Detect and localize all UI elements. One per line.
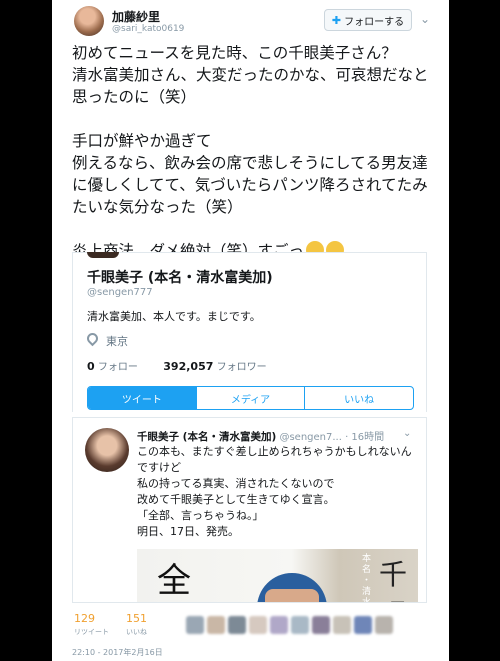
person-add-icon: ✚ <box>331 13 342 27</box>
embedded-tweet[interactable]: 千眼美子 (本名・清水富美加) @sengen7... · 16時間 ⌄ この本… <box>72 417 427 603</box>
embedded-photo[interactable]: 全 本名・清水 千眼 <box>137 549 418 603</box>
tweet-timestamp[interactable]: 22:10 - 2017年2月16日 <box>72 647 163 658</box>
profile-tabs: ツイート メディア いいね <box>87 386 414 410</box>
tweet-header: 加藤紗里 @sari_kato0619 ✚ フォローする ⌄ <box>52 0 449 40</box>
avatar[interactable] <box>291 616 309 634</box>
tweet-card: 加藤紗里 @sari_kato0619 ✚ フォローする ⌄ 初めてニュースを見… <box>52 0 449 661</box>
avatar[interactable] <box>270 616 288 634</box>
avatar[interactable] <box>375 616 393 634</box>
map-pin-icon <box>84 330 101 347</box>
chevron-down-icon[interactable]: ⌄ <box>403 428 411 439</box>
tweet-stats: 129 リツイート 151 いいね <box>72 612 427 640</box>
photo-handwritten-text: 全 <box>157 561 191 601</box>
retweet-label: リツイート <box>74 628 109 636</box>
embedded-tweet-header: 千眼美子 (本名・清水富美加) @sengen7... · 16時間 <box>137 428 384 444</box>
avatar[interactable] <box>207 616 225 634</box>
embedded-avatar[interactable] <box>85 428 129 472</box>
profile-stats: 0 フォロー 392,057 フォロワー <box>87 358 267 373</box>
profile-handle[interactable]: @sengen777 <box>87 287 153 298</box>
follow-label: フォローする <box>344 16 405 28</box>
author-avatar[interactable] <box>74 6 104 36</box>
follow-button[interactable]: ✚ フォローする <box>324 9 412 31</box>
author-name[interactable]: 加藤紗里 <box>112 8 160 25</box>
tweet-body: 初めてニュースを見た時、この千眼美子さん？ 清水富美加さん、大変だったのかな、可… <box>72 44 429 260</box>
followers-count[interactable]: 392,057 <box>163 360 213 373</box>
tab-likes[interactable]: いいね <box>304 387 413 409</box>
chevron-down-icon[interactable]: ⌄ <box>420 12 430 26</box>
photo-vertical-text: 本名・清水 <box>360 553 370 603</box>
like-label: いいね <box>126 628 147 636</box>
avatar[interactable] <box>249 616 267 634</box>
embedded-author-name[interactable]: 千眼美子 (本名・清水富美加) <box>137 431 276 443</box>
avatar[interactable] <box>186 616 204 634</box>
profile-location: 東京 <box>84 330 128 349</box>
avatar[interactable] <box>354 616 372 634</box>
avatar[interactable] <box>333 616 351 634</box>
profile-avatar <box>87 252 119 258</box>
profile-bio: 清水富美加、本人です。まじです。 <box>87 310 261 323</box>
following-count[interactable]: 0 <box>87 360 95 373</box>
location-text: 東京 <box>106 335 128 348</box>
embedded-profile-card[interactable]: 千眼美子 (本名・清水富美加) @sengen777 清水富美加、本人です。まじ… <box>72 252 427 412</box>
avatar[interactable] <box>312 616 330 634</box>
following-label: フォロー <box>97 362 138 373</box>
avatar[interactable] <box>228 616 246 634</box>
photo-title-text: 千眼 <box>379 558 408 602</box>
profile-name[interactable]: 千眼美子 (本名・清水富美加) <box>87 267 273 287</box>
author-handle[interactable]: @sari_kato0619 <box>112 24 184 34</box>
tweet-text: 初めてニュースを見た時、この千眼美子さん？ 清水富美加さん、大変だったのかな、可… <box>72 42 442 262</box>
photo-person-face <box>265 589 319 602</box>
followers-label: フォロワー <box>216 362 267 373</box>
retweet-count[interactable]: 129 <box>74 612 95 625</box>
embedded-tweet-text: この本も、またすぐ差し止められちゃうかもしれないんですけど 私の持ってる真実、消… <box>137 445 412 538</box>
like-count[interactable]: 151 <box>126 612 147 625</box>
embedded-handle-time: @sengen7... · 16時間 <box>279 432 385 443</box>
tab-tweets[interactable]: ツイート <box>88 387 196 409</box>
tab-media[interactable]: メディア <box>195 387 305 409</box>
liker-avatars-blurred <box>186 616 393 634</box>
